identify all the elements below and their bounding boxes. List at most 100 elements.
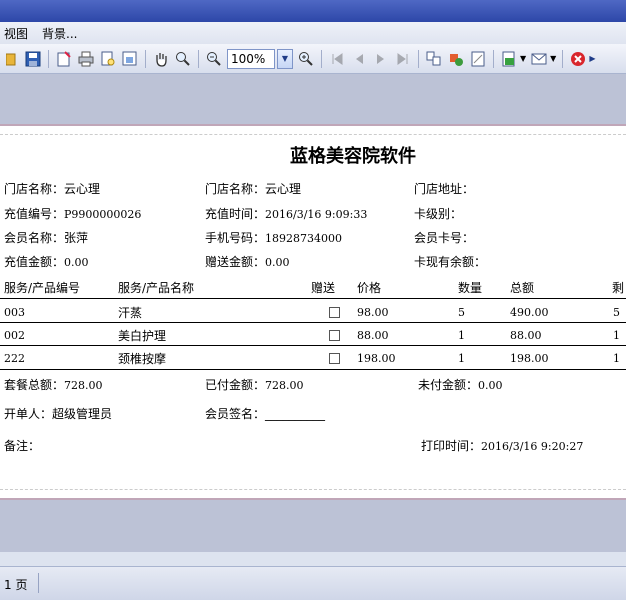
paid-amount-value: 728.00 <box>265 379 304 392</box>
row-3-remain: 1 <box>613 352 620 365</box>
row-1-total: 490.00 <box>510 306 549 319</box>
package-total-value: 728.00 <box>64 379 103 392</box>
table-line <box>0 369 626 370</box>
remark-field: 备注： <box>4 437 40 454</box>
margin-line <box>0 134 626 135</box>
member-name-value: 张萍 <box>64 231 89 245</box>
toolbar: 100% ▼ ▼ ▼ ▶ <box>0 44 626 74</box>
row-3-price: 198.00 <box>357 352 396 365</box>
hand-tool-icon[interactable] <box>152 50 170 68</box>
previous-page-icon[interactable] <box>350 50 368 68</box>
row-3-gift-checkbox[interactable] <box>329 353 340 364</box>
row-2-qty: 1 <box>458 329 465 342</box>
recharge-amount-value: 0.00 <box>64 256 89 269</box>
zoom-out-icon[interactable] <box>205 50 223 68</box>
save-icon[interactable] <box>24 50 42 68</box>
row-3-name: 颈椎按摩 <box>118 352 167 366</box>
signature-line: __________ <box>265 407 326 421</box>
last-page-icon[interactable] <box>394 50 412 68</box>
row-1-qty: 5 <box>458 306 465 319</box>
gift-amount-label: 赠送金额： <box>205 255 266 269</box>
member-name-label: 会员名称： <box>4 231 65 245</box>
recharge-no-label: 充值编号： <box>4 207 65 221</box>
toolbar-separator <box>493 49 494 68</box>
row-1-code: 003 <box>4 306 25 319</box>
export-icon[interactable] <box>500 50 518 68</box>
menu-bar: 视图 背景... <box>0 22 626 44</box>
row-2-remain: 1 <box>613 329 620 342</box>
signature-field: 会员签名：__________ <box>205 405 325 422</box>
header-name: 服务/产品名称 <box>118 281 195 295</box>
menu-background[interactable]: 背景... <box>38 25 81 42</box>
menu-view[interactable]: 视图 <box>0 25 32 42</box>
window-titlebar <box>0 0 626 22</box>
phone-label: 手机号码： <box>205 231 266 245</box>
watermark-icon[interactable] <box>469 50 487 68</box>
email-icon[interactable] <box>530 50 548 68</box>
row-2-total: 88.00 <box>510 329 542 342</box>
zoom-dropdown-icon[interactable]: ▼ <box>277 48 293 69</box>
store-name-value: 云心理 <box>64 182 101 196</box>
preview-gap <box>0 552 626 566</box>
recharge-no-field: 充值编号：P9900000026 <box>4 205 141 222</box>
recharge-time-field: 充值时间：2016/3/16 9:09:33 <box>205 205 367 222</box>
next-page-icon[interactable] <box>372 50 390 68</box>
row-1-remain: 5 <box>613 306 620 319</box>
issuer-value: 超级管理员 <box>52 407 113 421</box>
status-separator <box>38 573 39 593</box>
package-total-field: 套餐总额：728.00 <box>4 376 103 393</box>
row-3-qty: 1 <box>458 352 465 365</box>
row-1-price: 98.00 <box>357 306 389 319</box>
header-qty: 数量 <box>458 281 483 295</box>
toolbar-separator <box>562 49 564 68</box>
unpaid-amount-field: 未付金额：0.00 <box>418 376 503 393</box>
table-line <box>0 298 626 299</box>
issuer-label: 开单人： <box>4 407 53 421</box>
preview-background-top <box>0 74 626 124</box>
export-page-icon[interactable] <box>121 50 139 68</box>
store-name-label-2: 门店名称： <box>205 182 266 196</box>
header-code: 服务/产品编号 <box>4 281 81 295</box>
margin-line <box>0 489 626 490</box>
table-line <box>0 322 626 323</box>
print-icon[interactable] <box>77 50 95 68</box>
page-setup-icon[interactable] <box>55 50 73 68</box>
open-icon[interactable] <box>2 50 20 68</box>
store-address-label: 门店地址： <box>414 182 475 196</box>
first-page-icon[interactable] <box>328 50 346 68</box>
table-line <box>0 345 626 346</box>
store-address-field: 门店地址： <box>414 180 474 197</box>
toolbar-separator <box>145 49 146 68</box>
recharge-time-label: 充值时间： <box>205 207 266 221</box>
print-preview-icon[interactable] <box>99 50 117 68</box>
toolbar-overflow-icon[interactable]: ▶ <box>589 54 595 63</box>
phone-field: 手机号码：18928734000 <box>205 229 342 246</box>
store-name-label: 门店名称： <box>4 182 65 196</box>
unpaid-amount-value: 0.00 <box>478 379 503 392</box>
color-fill-icon[interactable] <box>447 50 465 68</box>
zoom-input[interactable]: 100% <box>227 48 275 69</box>
remark-label: 备注： <box>4 439 41 453</box>
multi-page-icon[interactable] <box>425 50 443 68</box>
gift-amount-field: 赠送金额：0.00 <box>205 253 290 270</box>
zoom-in-icon[interactable] <box>297 50 315 68</box>
row-1-gift-checkbox[interactable] <box>329 307 340 318</box>
store-name-field: 门店名称：云心理 <box>4 180 100 197</box>
card-level-label: 卡级别： <box>414 207 463 221</box>
export-dropdown-icon[interactable]: ▼ <box>520 54 526 63</box>
magnifier-icon[interactable] <box>174 50 192 68</box>
page-indicator: 1 页 <box>4 578 28 592</box>
close-preview-icon[interactable] <box>569 50 587 68</box>
recharge-time-value: 2016/3/16 9:09:33 <box>265 208 368 221</box>
row-2-gift-checkbox[interactable] <box>329 330 340 341</box>
email-dropdown-icon[interactable]: ▼ <box>550 54 556 63</box>
store-name-field-2: 门店名称：云心理 <box>205 180 301 197</box>
recharge-no-value: P9900000026 <box>64 208 142 221</box>
issuer-field: 开单人：超级管理员 <box>4 405 112 422</box>
store-name-value-2: 云心理 <box>265 182 302 196</box>
header-remain: 剩 <box>612 281 625 295</box>
report-page: 蓝格美容院软件 门店名称：云心理 门店名称：云心理 门店地址： 充值编号：P99… <box>0 124 626 500</box>
row-2-price: 88.00 <box>357 329 389 342</box>
member-card-label: 会员卡号： <box>414 231 475 245</box>
print-time-field: 打印时间：2016/3/16 9:20:27 <box>421 437 583 454</box>
